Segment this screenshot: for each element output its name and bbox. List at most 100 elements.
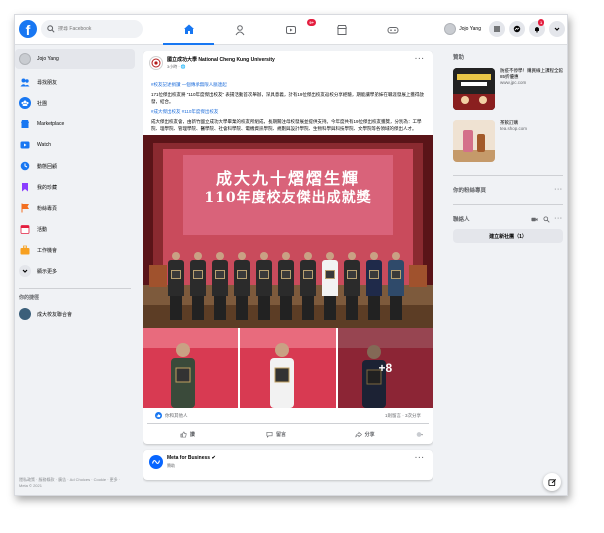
share-button[interactable]: 分享 xyxy=(320,431,409,438)
post-main-photo[interactable]: 成大九十熠熠生輝 110年度校友傑出成就獎 xyxy=(143,135,433,328)
account-controls: Jojo Yang 1 xyxy=(442,19,565,38)
sidebar-item-shortcut[interactable]: 成大校友聯合會 xyxy=(15,306,135,322)
more-photos-count: +8 xyxy=(337,328,433,408)
home-icon xyxy=(183,24,194,34)
marketplace-icon xyxy=(19,118,31,130)
post-hashtags[interactable]: #成大傑出校友 #110年度傑出校友 xyxy=(151,108,425,115)
ad-text: 防疫不停學！購買線上課程全館85折優惠 www.jpc.com xyxy=(500,68,563,86)
menu-button[interactable] xyxy=(489,21,505,37)
more-options-icon[interactable]: ··· xyxy=(415,455,425,462)
bell-icon xyxy=(535,27,539,33)
facebook-logo[interactable]: f xyxy=(19,20,37,38)
sidebar-item-saved[interactable]: 我的珍藏 xyxy=(15,179,135,195)
profile-name: Jojo Yang xyxy=(459,26,481,32)
awardee xyxy=(387,252,405,320)
sidebar-item-watch[interactable]: Watch xyxy=(15,137,135,153)
sidebar-item-label: 活動 xyxy=(37,226,48,233)
messenger-button[interactable] xyxy=(509,21,525,37)
group-avatar xyxy=(19,308,31,320)
sidebar-item-memories[interactable]: 動態回顧 xyxy=(15,158,135,174)
like-button[interactable]: 讚 xyxy=(143,431,232,438)
ad-title: 茶飲訂購 xyxy=(500,120,518,125)
sidebar-item-label: Jojo Yang xyxy=(37,56,59,62)
search-icon[interactable] xyxy=(542,215,550,223)
awardee xyxy=(167,252,185,320)
ad-text: 茶飲訂購 tea.shop.com xyxy=(500,120,527,132)
awardee xyxy=(255,252,273,320)
comment-button[interactable]: 留言 xyxy=(232,431,321,438)
search-box[interactable] xyxy=(41,20,143,38)
post-header: Meta for Business ✔ 贊助 ··· xyxy=(143,450,433,480)
your-pages-heading[interactable]: 你的粉絲專頁 ··· xyxy=(447,182,567,198)
right-divider xyxy=(453,175,563,176)
tab-gaming[interactable] xyxy=(368,15,419,45)
footer-links[interactable]: 隱私政策 · 服務條款 · 廣告 · Ad Choices · Cookie ·… xyxy=(19,477,129,489)
post-timestamp[interactable]: 贊助 xyxy=(167,463,175,469)
memories-icon xyxy=(19,160,31,172)
video-icon xyxy=(286,26,296,34)
sidebar-item-label: Watch xyxy=(37,142,51,148)
post-paragraph: 171位傑出校友將 "110年度傑出校友" 表揚活動首次舉辦，深具意義，計有19… xyxy=(151,92,424,104)
reactions-summary[interactable]: 你和其他人 xyxy=(155,412,188,419)
sponsored-ad[interactable]: 茶飲訂購 tea.shop.com xyxy=(447,117,567,169)
new-message-button[interactable] xyxy=(543,473,561,491)
post-stats: 你和其他人 1則留言 · 3次分享 xyxy=(147,408,429,424)
avatar xyxy=(19,53,31,65)
sponsored-ad[interactable]: 防疫不停學！購買線上課程全館85折優惠 www.jpc.com xyxy=(447,65,567,117)
post-author[interactable]: 國立成功大學 National Cheng Kung University xyxy=(167,56,397,63)
sidebar-item-find-friends[interactable]: 尋找朋友 xyxy=(15,74,135,90)
news-feed: 國立成功大學 National Cheng Kung University 3小… xyxy=(143,51,433,495)
pages-icon xyxy=(19,202,31,214)
audience-selector[interactable] xyxy=(409,431,433,438)
post-timestamp[interactable]: 3小時 · 🌐 xyxy=(167,64,186,70)
tab-watch[interactable]: 9+ xyxy=(265,15,316,45)
post-photo-thumb[interactable] xyxy=(240,328,336,408)
tab-home[interactable] xyxy=(163,15,215,45)
sidebar-item-events[interactable]: 活動 xyxy=(15,221,135,237)
gaming-icon xyxy=(387,27,399,34)
page-avatar[interactable] xyxy=(149,56,163,70)
tab-marketplace[interactable] xyxy=(317,15,368,45)
ad-url: www.jpc.com xyxy=(500,80,527,85)
profile-chip[interactable]: Jojo Yang xyxy=(442,20,485,38)
more-options-icon[interactable]: ··· xyxy=(555,187,564,193)
sidebar-item-see-more[interactable]: 顯示更多 xyxy=(15,263,135,279)
notifications-button[interactable]: 1 xyxy=(529,19,545,37)
awardee xyxy=(189,252,207,320)
post-photo-thumb[interactable] xyxy=(143,328,239,408)
post-header: 國立成功大學 National Cheng Kung University 3小… xyxy=(143,51,433,81)
post-paragraph: 成大傑出校友會，由新竹國立成功大學畢業的校友所組成，長期關注母校發展並提供支持。… xyxy=(151,119,422,131)
sidebar-item-groups[interactable]: 社團 xyxy=(15,95,135,111)
sidebar-item-marketplace[interactable]: Marketplace xyxy=(15,116,135,132)
sidebar-item-profile[interactable]: Jojo Yang xyxy=(15,49,135,69)
sidebar-item-jobs[interactable]: 工作機會 xyxy=(15,242,135,258)
post-photo-thumb-more[interactable]: +8 xyxy=(337,328,433,408)
create-group-button[interactable]: 建立新社團（1） xyxy=(453,229,563,243)
banner-title: 成大九十熠熠生輝 xyxy=(215,169,360,188)
sidebar-item-label: 顯示更多 xyxy=(37,268,58,275)
search-input[interactable] xyxy=(58,26,138,32)
tab-friends[interactable] xyxy=(214,15,265,45)
share-icon xyxy=(355,431,362,437)
meta-logo-icon xyxy=(151,459,161,465)
sidebar-item-label: 我的珍藏 xyxy=(37,184,58,191)
sidebar-item-pages[interactable]: 粉絲專頁 xyxy=(15,200,135,216)
chevron-down-icon xyxy=(19,265,31,277)
ad-url: tea.shop.com xyxy=(500,126,528,131)
thumbs-up-icon xyxy=(180,431,187,437)
comment-share-count[interactable]: 1則留言 · 3次分享 xyxy=(385,413,421,419)
account-button[interactable] xyxy=(549,21,565,37)
messenger-icon xyxy=(513,25,521,33)
more-options-icon[interactable]: ··· xyxy=(415,56,425,63)
sidebar-item-label: 社團 xyxy=(37,100,48,107)
avatar-dropdown-icon xyxy=(416,431,424,437)
post-author[interactable]: Meta for Business ✔ xyxy=(167,455,397,461)
video-call-icon[interactable] xyxy=(530,216,538,223)
avatar xyxy=(444,23,457,35)
events-icon xyxy=(19,223,31,235)
more-options-icon[interactable]: ··· xyxy=(555,216,564,222)
page-avatar[interactable] xyxy=(149,455,163,469)
like-reaction-icon xyxy=(155,412,162,419)
right-divider xyxy=(453,204,563,205)
groups-icon xyxy=(19,97,31,109)
